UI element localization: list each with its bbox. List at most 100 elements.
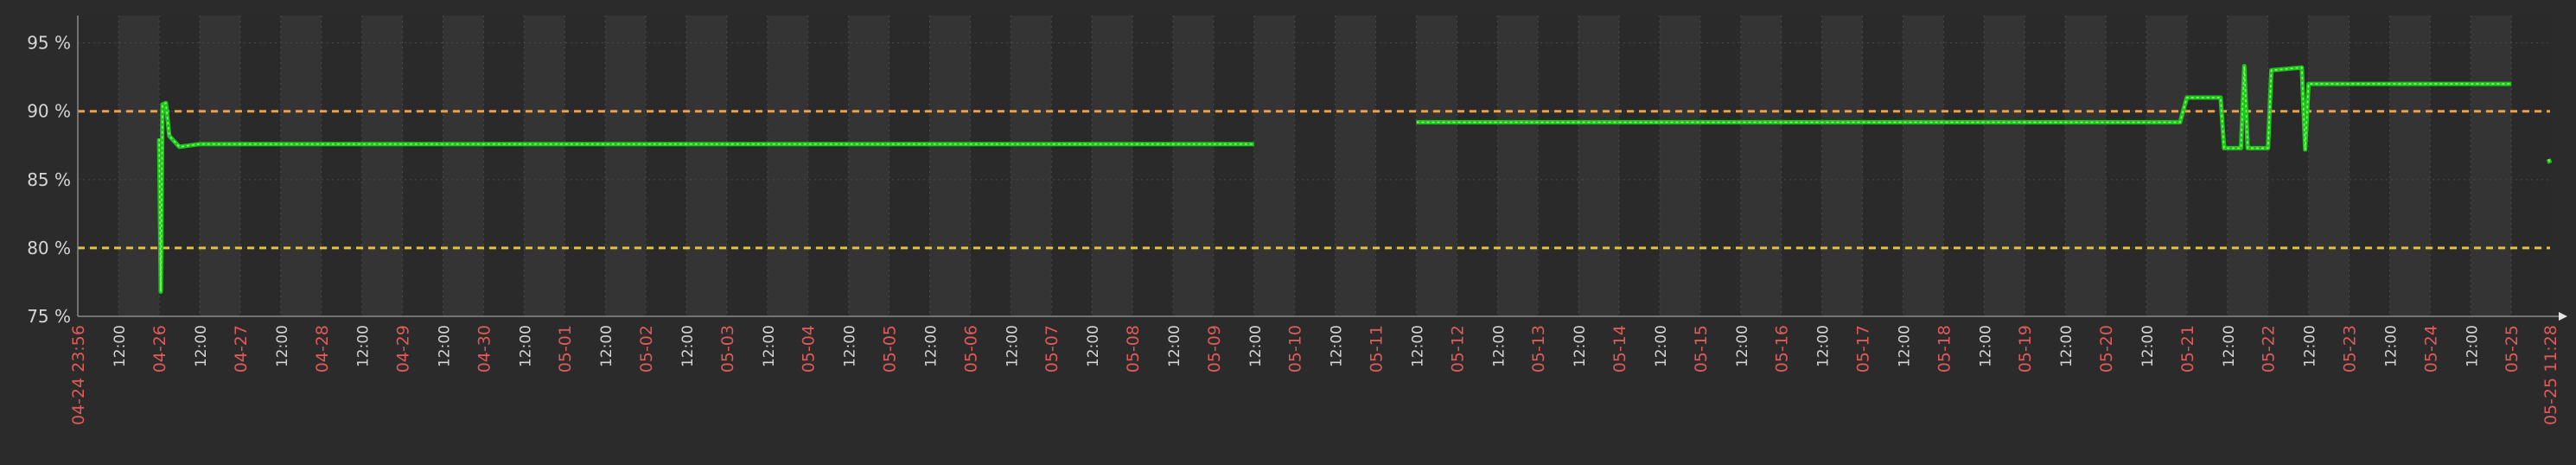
x-tick-date-label: 05-13 (1529, 325, 1548, 373)
day-band (200, 16, 240, 316)
day-band (1862, 16, 1903, 316)
x-tick-date-label: 05-07 (1043, 325, 1062, 373)
day-bands (78, 16, 2550, 316)
x-tick-time-label: 12:00 (1734, 325, 1751, 367)
x-tick-date-label: 05-05 (881, 325, 900, 373)
x-tick-date-label: 05-19 (2016, 325, 2035, 373)
x-tick-date-label: 05-22 (2260, 325, 2279, 373)
day-band (2308, 16, 2350, 316)
x-tick-date-label: 05-24 (2421, 325, 2440, 373)
day-band (1375, 16, 1417, 316)
x-tick-date-label: 05-23 (2341, 325, 2360, 373)
day-band (1457, 16, 1498, 316)
x-tick-date-label: 05-02 (637, 325, 656, 373)
x-tick-time-label: 12:00 (1653, 325, 1670, 367)
day-band (1011, 16, 1052, 316)
x-tick-time-label: 12:00 (517, 325, 534, 367)
day-band (2227, 16, 2268, 316)
day-band (1172, 16, 1214, 316)
day-band (1497, 16, 1539, 316)
x-tick-time-label: 12:00 (679, 325, 697, 367)
x-tick-time-label: 12:00 (2139, 325, 2157, 367)
line-chart: 95 % 90 % 85 % 80 % 75 % 04-24 23:56 12:00 04-… (0, 0, 2576, 462)
y-tick-label: 80 % (27, 238, 71, 258)
x-tick-date-label: 05-25 (2503, 325, 2522, 373)
x-tick-time-label: 12:00 (1815, 325, 1833, 367)
x-tick-time-label: 12:00 (1490, 325, 1508, 367)
day-band (929, 16, 971, 316)
x-tick-time-label: 12:00 (2464, 325, 2481, 367)
day-band (1051, 16, 1093, 316)
day-band (848, 16, 889, 316)
x-tick-time-label: 12:00 (355, 325, 373, 367)
x-tick-date-label: 05-10 (1286, 325, 1305, 373)
x-tick-time-label: 12:00 (1166, 325, 1183, 367)
day-band (564, 16, 606, 316)
x-tick-time-label: 12:00 (1329, 325, 1346, 367)
day-band (1294, 16, 1336, 316)
x-tick-date-label: 04-27 (232, 325, 251, 373)
day-band (1740, 16, 1782, 316)
y-tick-label: 85 % (27, 169, 71, 190)
x-tick-time-label: 12:00 (1085, 325, 1102, 367)
day-band (1699, 16, 1741, 316)
x-tick-date-label: 05-16 (1773, 325, 1792, 373)
day-band (118, 16, 160, 316)
day-band (2024, 16, 2066, 316)
x-tick-time-label: 12:00 (1896, 325, 1913, 367)
x-tick-time-label: 12:00 (2382, 325, 2400, 367)
x-tick-time-label: 12:00 (193, 325, 210, 367)
day-band (1213, 16, 1254, 316)
x-range-end-label: 05-25 11:28 (2541, 325, 2560, 425)
x-tick-date-label: 04-30 (475, 325, 494, 373)
day-band (483, 16, 525, 316)
x-tick-time-label: 12:00 (1572, 325, 1589, 367)
x-tick-date-label: 05-01 (556, 325, 575, 373)
day-band (685, 16, 727, 316)
day-band (2065, 16, 2107, 316)
day-band (1821, 16, 1863, 316)
day-band (605, 16, 647, 316)
day-band (2471, 16, 2512, 316)
x-tick-time-label: 12:00 (2221, 325, 2238, 367)
x-tick-time-label: 12:00 (274, 325, 291, 367)
x-tick-date-label: 05-21 (2178, 325, 2197, 373)
day-band (1659, 16, 1700, 316)
day-band (767, 16, 808, 316)
x-tick-time-label: 12:00 (2302, 325, 2319, 367)
x-tick-time-label: 12:00 (842, 325, 859, 367)
x-tick-date-label: 05-14 (1610, 325, 1629, 373)
day-band (1903, 16, 1944, 316)
day-band (321, 16, 362, 316)
x-tick-time-label: 12:00 (1977, 325, 1994, 367)
day-band (646, 16, 686, 316)
y-tick-label: 75 % (27, 306, 71, 327)
x-range-start-label: 04-24 23:56 (69, 325, 88, 425)
day-band (1416, 16, 1457, 316)
x-tick-time-label: 12:00 (598, 325, 615, 367)
day-band (2389, 16, 2431, 316)
day-band (2186, 16, 2228, 316)
day-band (159, 16, 201, 316)
x-tick-date-label: 05-20 (2097, 325, 2116, 373)
x-tick-date-label: 04-26 (150, 325, 169, 373)
day-band (2511, 16, 2550, 316)
day-band (1335, 16, 1376, 316)
x-tick-time-label: 12:00 (922, 325, 940, 367)
y-tick-label: 90 % (27, 101, 71, 122)
x-tick-date-label: 05-08 (1124, 325, 1143, 373)
x-tick-time-label: 12:00 (1247, 325, 1265, 367)
x-tick-time-label: 12:00 (761, 325, 778, 367)
day-band (889, 16, 930, 316)
day-band (1092, 16, 1133, 316)
day-band (402, 16, 443, 316)
x-tick-date-label: 05-03 (718, 325, 737, 373)
x-tick-time-label: 12:00 (112, 325, 129, 367)
x-tick-date-label: 05-12 (1448, 325, 1467, 373)
day-band (361, 16, 403, 316)
day-band (1538, 16, 1579, 316)
x-tick-date-label: 05-11 (1368, 325, 1387, 373)
day-band (1253, 16, 1295, 316)
x-tick-date-label: 04-29 (394, 325, 413, 373)
day-band (1781, 16, 1822, 316)
